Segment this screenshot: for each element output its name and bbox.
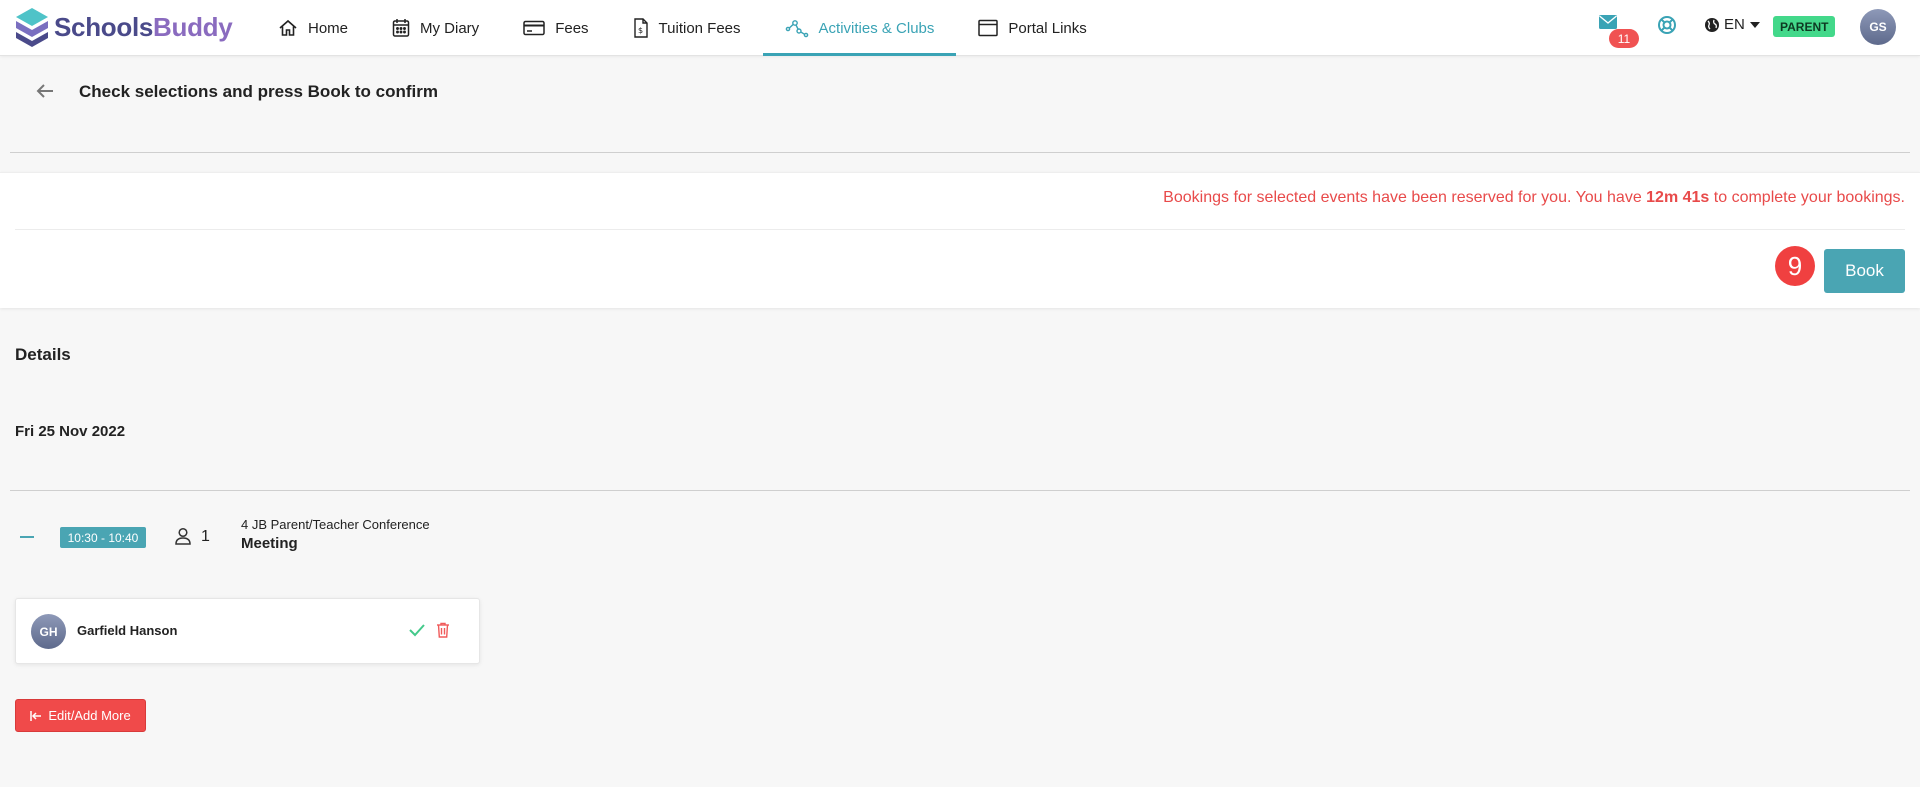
- time-slot-badge: 10:30 - 10:40: [60, 527, 146, 548]
- credit-card-icon: [523, 20, 545, 36]
- reservation-panel: Bookings for selected events have been r…: [0, 172, 1920, 308]
- nav-item-fees-label: Fees: [555, 19, 589, 37]
- main-nav: Home My Diary Fees $ Tuition Fees Activi…: [256, 0, 1109, 56]
- trash-icon[interactable]: [436, 622, 450, 643]
- nav-item-home-label: Home: [308, 19, 349, 37]
- page-title: Check selections and press Book to confi…: [79, 82, 438, 101]
- top-navbar: SchoolsBuddy Home My Diary Fees $ Tuitio…: [0, 0, 1920, 56]
- edit-add-more-button[interactable]: Edit/Add More: [15, 699, 146, 732]
- nav-item-tuition-fees-label: Tuition Fees: [658, 19, 741, 37]
- nav-item-portal-links[interactable]: Portal Links: [956, 0, 1108, 56]
- role-badge: PARENT: [1773, 16, 1836, 37]
- logo-text: SchoolsBuddy: [54, 11, 233, 43]
- arrow-to-left-icon: [30, 710, 42, 721]
- attendee-avatar: GH: [31, 614, 66, 649]
- reservation-message-prefix: Bookings for selected events have been r…: [1163, 189, 1647, 206]
- logo-icon: [16, 8, 48, 47]
- reservation-message: Bookings for selected events have been r…: [1163, 189, 1905, 207]
- nav-item-fees[interactable]: Fees: [501, 0, 610, 56]
- globe-icon: [1705, 17, 1719, 32]
- mail-count-badge: 11: [1609, 29, 1639, 48]
- collapse-toggle-icon[interactable]: [20, 536, 34, 538]
- event-date: Fri 25 Nov 2022: [15, 423, 126, 440]
- user-avatar[interactable]: GS: [1860, 9, 1896, 45]
- panel-divider: [15, 229, 1905, 230]
- nav-item-activities-clubs-label: Activities & Clubs: [818, 19, 935, 37]
- help-button[interactable]: [1657, 15, 1677, 40]
- nav-item-home[interactable]: Home: [256, 0, 370, 56]
- activities-icon: [785, 20, 808, 38]
- nav-item-portal-links-label: Portal Links: [1008, 19, 1087, 37]
- header-divider: [10, 152, 1910, 153]
- attendee-card: GH Garfield Hanson: [15, 598, 480, 664]
- attendee-count: 1: [201, 528, 210, 545]
- logo-text-schools: Schools: [54, 11, 154, 42]
- home-icon: [279, 19, 297, 36]
- envelope-icon: [1599, 15, 1617, 29]
- logo-text-buddy: Buddy: [153, 11, 233, 42]
- arrow-left-icon: [36, 84, 53, 98]
- nav-item-my-diary[interactable]: My Diary: [370, 0, 501, 56]
- event-subtitle: 4 JB Parent/Teacher Conference: [241, 517, 430, 532]
- svg-text:$: $: [638, 26, 643, 35]
- nav-item-tuition-fees[interactable]: $ Tuition Fees: [611, 0, 763, 56]
- step-number-badge: 9: [1775, 246, 1815, 286]
- browser-window-icon: [978, 19, 999, 37]
- language-selector[interactable]: EN: [1704, 16, 1764, 33]
- reservation-message-suffix: to complete your bookings.: [1709, 189, 1905, 206]
- nav-item-my-diary-label: My Diary: [420, 19, 480, 37]
- details-heading: Details: [15, 345, 71, 364]
- back-button[interactable]: [36, 83, 54, 104]
- attendee-name: Garfield Hanson: [77, 623, 178, 638]
- book-button[interactable]: Book: [1824, 249, 1905, 293]
- lifebuoy-icon: [1658, 16, 1676, 34]
- caret-down-icon: [1749, 21, 1760, 28]
- person-icon: [174, 527, 192, 550]
- invoice-icon: $: [633, 18, 648, 38]
- event-name: Meeting: [241, 535, 298, 552]
- language-label: EN: [1724, 16, 1745, 33]
- calendar-icon: [392, 19, 410, 37]
- reservation-countdown: 12m 41s: [1646, 189, 1710, 206]
- edit-add-more-label: Edit/Add More: [48, 708, 131, 723]
- logo[interactable]: SchoolsBuddy: [14, 6, 233, 48]
- nav-item-activities-clubs[interactable]: Activities & Clubs: [762, 0, 957, 56]
- check-icon: [408, 622, 426, 643]
- details-divider: [10, 490, 1910, 491]
